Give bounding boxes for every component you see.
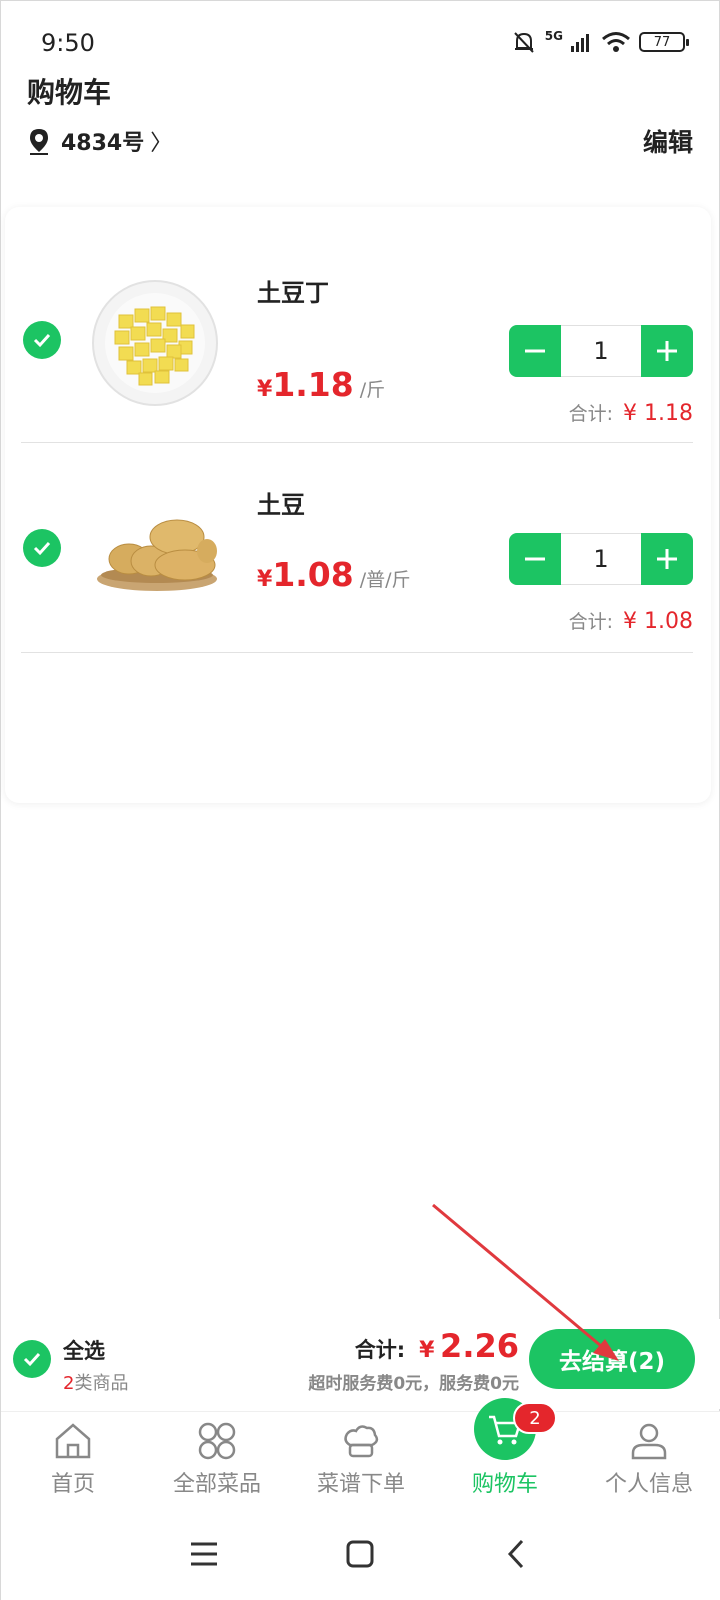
home-icon (50, 1418, 96, 1464)
increase-button[interactable] (641, 325, 693, 377)
increase-button[interactable] (641, 533, 693, 585)
tab-label: 全部菜品 (172, 1472, 261, 1497)
checkmark-icon (33, 541, 51, 556)
bell-muted-icon (514, 32, 534, 53)
potato-image (97, 519, 217, 591)
person-icon (626, 1418, 672, 1464)
plus-icon (657, 341, 677, 361)
tab-recipe-order[interactable]: 菜谱下单 (289, 1412, 433, 1508)
cart-badge: 2 (513, 1402, 557, 1434)
battery-icon: 77 (639, 32, 689, 52)
location-label: 4834号 (61, 131, 145, 156)
category-count-value: 2 (63, 1373, 75, 1394)
price-value: 1.18 (272, 365, 354, 404)
item-checkbox[interactable] (23, 321, 61, 359)
back-chevron-icon (507, 1539, 524, 1569)
diced-potato-image (92, 280, 218, 406)
total-row: 合计: ¥ 2.26 (355, 1327, 519, 1365)
home-button[interactable] (335, 1529, 385, 1579)
chef-hat-icon (338, 1418, 384, 1464)
select-all-label: 全选 (63, 1339, 105, 1363)
cart-item: 土豆 ¥1.08/普/斤 1 合计: ¥ 1.08 (21, 443, 693, 653)
quantity-stepper: 1 (509, 325, 693, 377)
subtotal-value: ¥ 1.18 (623, 401, 693, 426)
currency-symbol: ¥ (257, 377, 273, 402)
item-subtotal: 合计: ¥ 1.08 (569, 607, 693, 634)
subtotal-value: ¥ 1.08 (623, 609, 693, 634)
checkout-button[interactable]: 去结算(2) (529, 1329, 695, 1389)
status-time: 9:50 (41, 29, 95, 57)
service-fee-note: 超时服务费0元，服务费0元 (308, 1374, 519, 1394)
total-label: 合计: (354, 1338, 406, 1362)
minus-icon (525, 557, 545, 561)
quantity-field[interactable]: 1 (561, 533, 641, 585)
currency-symbol: ¥ (419, 1338, 435, 1363)
price-value: 1.08 (272, 555, 354, 594)
decrease-button[interactable] (509, 533, 561, 585)
category-count-suffix: 类商品 (74, 1373, 129, 1394)
menu-button[interactable] (179, 1529, 229, 1579)
category-count: 2类商品 (63, 1369, 128, 1395)
tab-label: 个人信息 (604, 1472, 693, 1497)
item-price: ¥1.18/斤 (257, 365, 385, 404)
tab-profile[interactable]: 个人信息 (577, 1412, 720, 1508)
select-all-checkbox[interactable] (13, 1340, 51, 1378)
location-selector[interactable]: 4834号 〉 (27, 125, 172, 157)
item-price: ¥1.08/普/斤 (257, 555, 411, 594)
tab-all-dishes[interactable]: 全部菜品 (145, 1412, 289, 1508)
page-title: 购物车 (27, 76, 112, 109)
bottom-tab-bar: 首页 全部菜品 菜谱下单 2 购物车 个人信息 (1, 1398, 720, 1508)
item-name: 土豆丁 (257, 279, 329, 307)
tab-home[interactable]: 首页 (1, 1412, 145, 1508)
tab-label: 首页 (50, 1472, 95, 1497)
grid-icon (194, 1418, 240, 1464)
plus-icon (657, 549, 677, 569)
chevron-right-icon: 〉 (150, 131, 173, 156)
tab-cart[interactable]: 2 购物车 (433, 1398, 577, 1508)
item-name: 土豆 (257, 491, 305, 519)
price-unit: /普/斤 (359, 569, 411, 591)
decrease-button[interactable] (509, 325, 561, 377)
minus-icon (525, 349, 545, 353)
battery-level: 77 (653, 34, 671, 50)
square-icon (346, 1540, 374, 1568)
checkmark-icon (33, 333, 51, 348)
subtotal-label: 合计: (568, 611, 614, 633)
item-checkbox[interactable] (23, 529, 61, 567)
system-navigation-bar (1, 1507, 720, 1600)
price-unit: /斤 (359, 379, 386, 401)
hamburger-icon (191, 1542, 217, 1566)
status-icons: 5G 77 (511, 29, 689, 55)
total-value: 2.26 (440, 1327, 519, 1365)
checkout-bar: 全选 2类商品 合计: ¥ 2.26 超时服务费0元，服务费0元 去结算(2) (1, 1319, 720, 1409)
cart-list: 土豆丁 ¥1.18/斤 1 合计: ¥ 1.18 土豆 ¥1.08 /普/斤 1… (5, 207, 711, 803)
network-type: 5G (544, 29, 563, 43)
item-subtotal: 合计: ¥ 1.18 (569, 399, 693, 426)
wifi-icon (602, 32, 630, 52)
edit-button[interactable]: 编辑 (643, 123, 693, 159)
quantity-field[interactable]: 1 (561, 325, 641, 377)
subtotal-label: 合计: (568, 403, 614, 425)
status-bar: 9:50 5G 77 (1, 1, 720, 79)
quantity-stepper: 1 (509, 533, 693, 585)
checkmark-icon (23, 1352, 41, 1367)
tab-label: 菜谱下单 (316, 1472, 405, 1497)
back-button[interactable] (491, 1529, 541, 1579)
location-pin-icon (30, 129, 48, 155)
cart-item: 土豆丁 ¥1.18/斤 1 合计: ¥ 1.18 (21, 231, 693, 443)
total-amount: ¥ 2.26 (419, 1327, 519, 1365)
currency-symbol: ¥ (257, 567, 273, 592)
tab-label: 购物车 (471, 1472, 538, 1497)
signal-icon (571, 34, 589, 52)
